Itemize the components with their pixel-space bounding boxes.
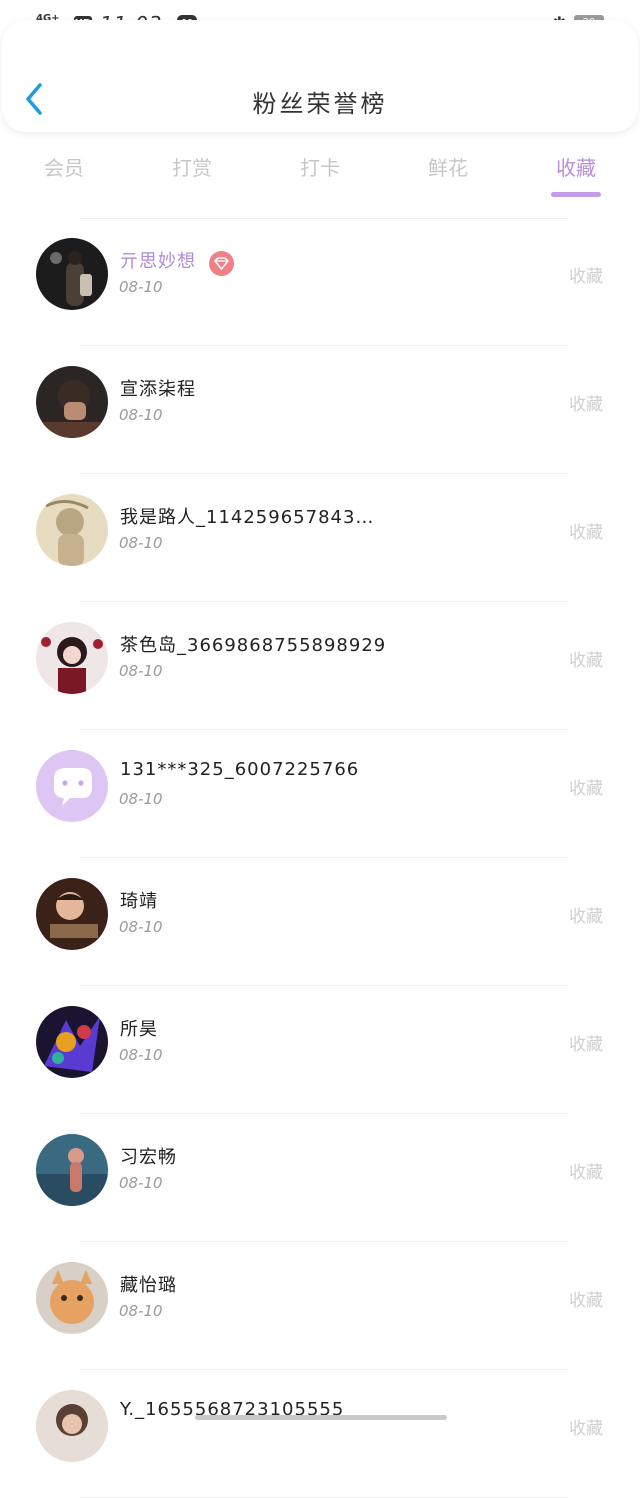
list-item[interactable]: 宣添柒程 08-10 收藏 [0, 346, 640, 474]
avatar[interactable] [36, 1262, 108, 1334]
date-label: 08-10 [119, 1302, 163, 1320]
avatar[interactable] [36, 622, 108, 694]
list-item[interactable]: 131***325_6007225766 08-10 收藏 [0, 730, 640, 858]
header-bar: 粉丝荣誉榜 [2, 20, 638, 132]
list-item[interactable]: 琦靖 08-10 收藏 [0, 858, 640, 986]
avatar[interactable] [36, 1006, 108, 1078]
home-indicator[interactable] [195, 1415, 447, 1420]
avatar[interactable] [36, 366, 108, 438]
diamond-icon [209, 251, 234, 276]
user-name: 宣添柒程 [120, 379, 196, 400]
list-item[interactable]: 亓思妙想 08-10 收藏 [0, 218, 640, 346]
user-name: 131***325_6007225766 [120, 759, 360, 780]
fan-list: 亓思妙想 08-10 收藏 宣添柒程 08-10 收藏 我是路人_114259657843…… [0, 218, 640, 1498]
date-label: 08-10 [119, 790, 163, 808]
favorite-label[interactable]: 收藏 [569, 902, 603, 927]
avatar[interactable] [36, 1390, 108, 1462]
favorite-label[interactable]: 收藏 [569, 646, 603, 671]
tab-members[interactable]: 会员 [0, 136, 128, 200]
favorite-label[interactable]: 收藏 [569, 1030, 603, 1055]
favorite-label[interactable]: 收藏 [569, 1286, 603, 1311]
avatar[interactable] [36, 238, 108, 310]
list-item[interactable]: 我是路人_114259657843… 08-10 收藏 [0, 474, 640, 602]
list-item[interactable]: 所昊 08-10 收藏 [0, 986, 640, 1114]
list-item[interactable]: 藏怡璐 08-10 收藏 [0, 1242, 640, 1370]
tab-flowers[interactable]: 鲜花 [384, 136, 512, 200]
date-label: 08-10 [119, 406, 163, 424]
user-name: 藏怡璐 [120, 1275, 177, 1296]
tab-favorites[interactable]: 收藏 [512, 136, 640, 200]
avatar[interactable] [36, 494, 108, 566]
page-title: 粉丝荣誉榜 [252, 90, 388, 118]
favorite-label[interactable]: 收藏 [569, 1158, 603, 1183]
list-item[interactable]: Y._1655568723105555 收藏 [0, 1370, 640, 1498]
favorite-label[interactable]: 收藏 [569, 1414, 603, 1439]
user-name: 茶色岛_3669868755898929 [120, 635, 387, 656]
avatar[interactable] [36, 878, 108, 950]
user-name: 所昊 [120, 1019, 158, 1040]
list-item[interactable]: 茶色岛_3669868755898929 08-10 收藏 [0, 602, 640, 730]
user-name: 琦靖 [120, 891, 158, 912]
user-name: 我是路人_114259657843… [120, 507, 375, 528]
date-label: 08-10 [119, 534, 163, 552]
date-label: 08-10 [119, 278, 163, 296]
list-item[interactable]: 习宏畅 08-10 收藏 [0, 1114, 640, 1242]
avatar[interactable] [36, 750, 108, 822]
date-label: 08-10 [119, 1046, 163, 1064]
avatar[interactable] [36, 1134, 108, 1206]
tab-tips[interactable]: 打赏 [128, 136, 256, 200]
date-label: 08-10 [119, 662, 163, 680]
tab-bar: 会员 打赏 打卡 鲜花 收藏 [0, 136, 640, 200]
tab-checkin[interactable]: 打卡 [256, 136, 384, 200]
favorite-label[interactable]: 收藏 [569, 518, 603, 543]
favorite-label[interactable]: 收藏 [569, 774, 603, 799]
date-label: 08-10 [119, 1174, 163, 1192]
date-label: 08-10 [119, 918, 163, 936]
user-name: 习宏畅 [120, 1147, 177, 1168]
favorite-label[interactable]: 收藏 [569, 262, 603, 287]
favorite-label[interactable]: 收藏 [569, 390, 603, 415]
user-name: 亓思妙想 [120, 251, 196, 272]
